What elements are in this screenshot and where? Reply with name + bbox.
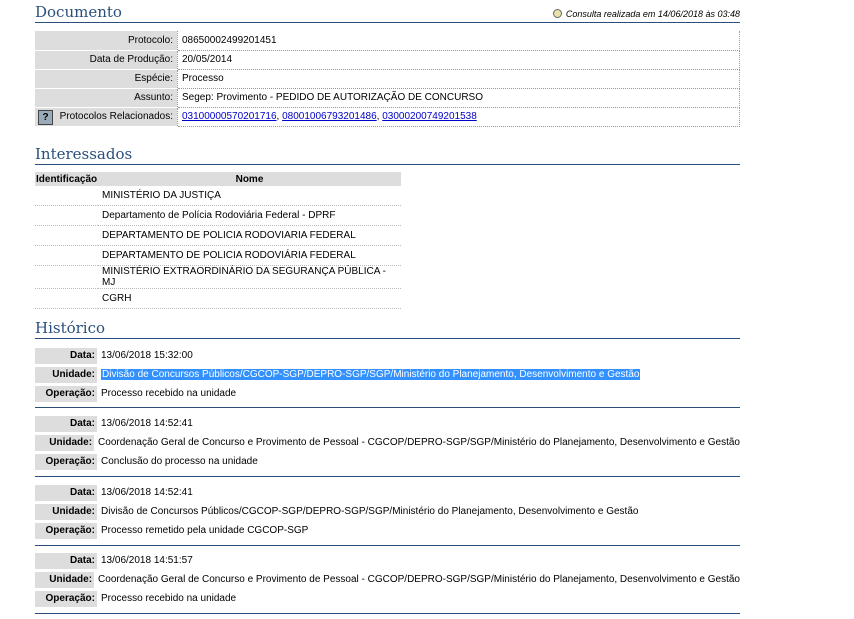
table-row: MINISTÉRIO DA JUSTIÇA (35, 186, 401, 206)
clock-icon (552, 9, 562, 18)
doc-label: Espécie: (35, 69, 178, 89)
doc-label: Data de Produção: (35, 50, 178, 70)
nome-cell: CGRH (98, 288, 401, 309)
hist-data-value: 13/06/2018 14:52:41 (101, 487, 193, 498)
hist-data-value: 13/06/2018 14:52:41 (101, 418, 193, 429)
table-row: CGRH (35, 288, 401, 309)
doc-value: Segep: Provimento - PEDIDO DE AUTORIZAÇÃ… (177, 88, 740, 108)
doc-row-protocolo: Protocolo: 08650002499201451 (35, 31, 740, 51)
nome-cell: MINISTÉRIO EXTRAORDINÁRIO DA SEGURANÇA P… (98, 265, 401, 289)
hist-label: Unidade: (35, 571, 95, 588)
doc-value: 08650002499201451 (177, 31, 740, 51)
nome-cell: Departamento de Polícia Rodoviária Feder… (98, 205, 401, 226)
hist-label: Data: (35, 415, 97, 432)
hist-label: Data: (35, 484, 97, 501)
help-icon[interactable]: ? (38, 109, 53, 125)
protocolo-link[interactable]: 03100000570201716 (182, 111, 277, 122)
hist-data-value: 13/06/2018 14:51:57 (101, 555, 193, 566)
hist-label: Operação: (35, 522, 97, 539)
documento-title-text: Documento (35, 3, 122, 21)
hist-row-operacao: Operação: Processo recebido na unidade (35, 384, 740, 403)
doc-label: Assunto: (35, 88, 178, 108)
nome-cell: DEPARTAMENTO DE POLICIA RODOVIÁRIA FEDER… (98, 245, 401, 266)
hist-unidade-value: Divisão de Concursos Públicos/CGCOP-SGP/… (101, 369, 641, 380)
nome-cell: MINISTÉRIO DA JUSTIÇA (98, 186, 401, 206)
relacionados-label: Protocolos Relacionados: (59, 111, 173, 122)
consulta-info: Consulta realizada em 14/06/2018 às 03:4… (552, 5, 740, 23)
hist-label: Operação: (35, 590, 97, 607)
doc-label: ? Protocolos Relacionados: (35, 107, 178, 127)
id-cell (35, 288, 98, 309)
historico-entry: Data: 13/06/2018 14:51:57 Unidade: Coorden… (35, 551, 740, 614)
id-cell (35, 225, 98, 246)
hist-label: Operação: (35, 453, 97, 470)
hist-row-unidade: Unidade: Divisão de Concursos Públicos/CG… (35, 502, 740, 521)
hist-operacao-value: Processo recebido na unidade (101, 388, 237, 399)
doc-value: 20/05/2014 (177, 50, 740, 70)
doc-row-relacionados: ? Protocolos Relacionados: 0310000057020… (35, 107, 740, 127)
protocolo-link[interactable]: 08001006793201486 (282, 111, 377, 122)
nome-cell: DEPARTAMENTO DE POLICIA RODOVIARIA FEDER… (98, 225, 401, 246)
historico-entry: Data: 13/06/2018 15:32:00 Unidade: Divisão… (35, 346, 740, 408)
doc-label: Protocolo: (35, 31, 178, 51)
hist-label: Unidade: (35, 503, 97, 520)
table-row: DEPARTAMENTO DE POLICIA RODOVIARIA FEDER… (35, 225, 401, 246)
hist-row-unidade: Unidade: Coordenação Geral de Concurso e … (35, 570, 740, 589)
hist-row-operacao: Operação: Processo remetido pela unidade … (35, 521, 740, 540)
hist-unidade-value: Coordenação Geral de Concurso e Provimen… (98, 437, 740, 448)
hist-unidade-value: Divisão de Concursos Públicos/CGCOP-SGP/… (101, 506, 639, 517)
relacionados-links: 03100000570201716, 08001006793201486, 03… (177, 107, 740, 127)
hist-row-unidade: Unidade: Divisão de Concursos Públicos/CG… (35, 365, 740, 384)
hist-operacao-value: Conclusão do processo na unidade (101, 456, 258, 467)
hist-row-data: Data: 13/06/2018 14:52:41 (35, 414, 740, 433)
id-cell (35, 205, 98, 226)
doc-row-especie: Espécie: Processo (35, 69, 740, 89)
hist-row-operacao: Operação: Processo recebido na unidade (35, 589, 740, 608)
hist-unidade-value: Coordenação Geral de Concurso e Provimen… (98, 574, 740, 585)
hist-row-data: Data: 13/06/2018 14:52:41 (35, 483, 740, 502)
header-nome: Nome (98, 172, 401, 186)
documento-table: Protocolo: 08650002499201451 Data de Pro… (35, 31, 740, 127)
protocolo-link[interactable]: 03000200749201538 (382, 111, 477, 122)
header-identificacao: Identificação (35, 172, 98, 186)
historico-entry: Data: 13/06/2018 14:52:41 Unidade: Divisão… (35, 483, 740, 546)
hist-label: Data: (35, 552, 97, 569)
table-row: DEPARTAMENTO DE POLICIA RODOVIÁRIA FEDER… (35, 245, 401, 266)
table-row: Departamento de Polícia Rodoviária Feder… (35, 205, 401, 226)
interessados-header: Identificação Nome (35, 172, 401, 186)
id-cell (35, 265, 98, 289)
hist-row-data: Data: 13/06/2018 14:51:57 (35, 551, 740, 570)
hist-label: Operação: (35, 385, 97, 402)
id-cell (35, 245, 98, 266)
hist-label: Unidade: (35, 434, 95, 451)
interessados-title: Interessados (35, 145, 740, 165)
hist-row-unidade: Unidade: Coordenação Geral de Concurso e … (35, 433, 740, 452)
hist-label: Data: (35, 347, 97, 364)
historico-title: Histórico (35, 319, 740, 339)
id-cell (35, 186, 98, 206)
doc-row-data-producao: Data de Produção: 20/05/2014 (35, 50, 740, 70)
hist-operacao-value: Processo remetido pela unidade CGCOP-SGP (101, 525, 309, 536)
historico-entry: Data: 13/06/2018 14:52:41 Unidade: Coorden… (35, 414, 740, 477)
hist-operacao-value: Processo recebido na unidade (101, 593, 237, 604)
hist-data-value: 13/06/2018 15:32:00 (101, 350, 193, 361)
doc-row-assunto: Assunto: Segep: Provimento - PEDIDO DE A… (35, 88, 740, 108)
doc-value: Processo (177, 69, 740, 89)
hist-row-data: Data: 13/06/2018 15:32:00 (35, 346, 740, 365)
documento-title: Documento Consulta realizada em 14/06/20… (35, 3, 740, 23)
table-row: MINISTÉRIO EXTRAORDINÁRIO DA SEGURANÇA P… (35, 265, 401, 289)
consulta-text: Consulta realizada em 14/06/2018 às 03:4… (565, 9, 740, 19)
interessados-table: Identificação Nome MINISTÉRIO DA JUSTIÇA… (35, 172, 401, 309)
hist-label: Unidade: (35, 366, 97, 383)
hist-row-operacao: Operação: Conclusão do processo na unidad… (35, 452, 740, 471)
